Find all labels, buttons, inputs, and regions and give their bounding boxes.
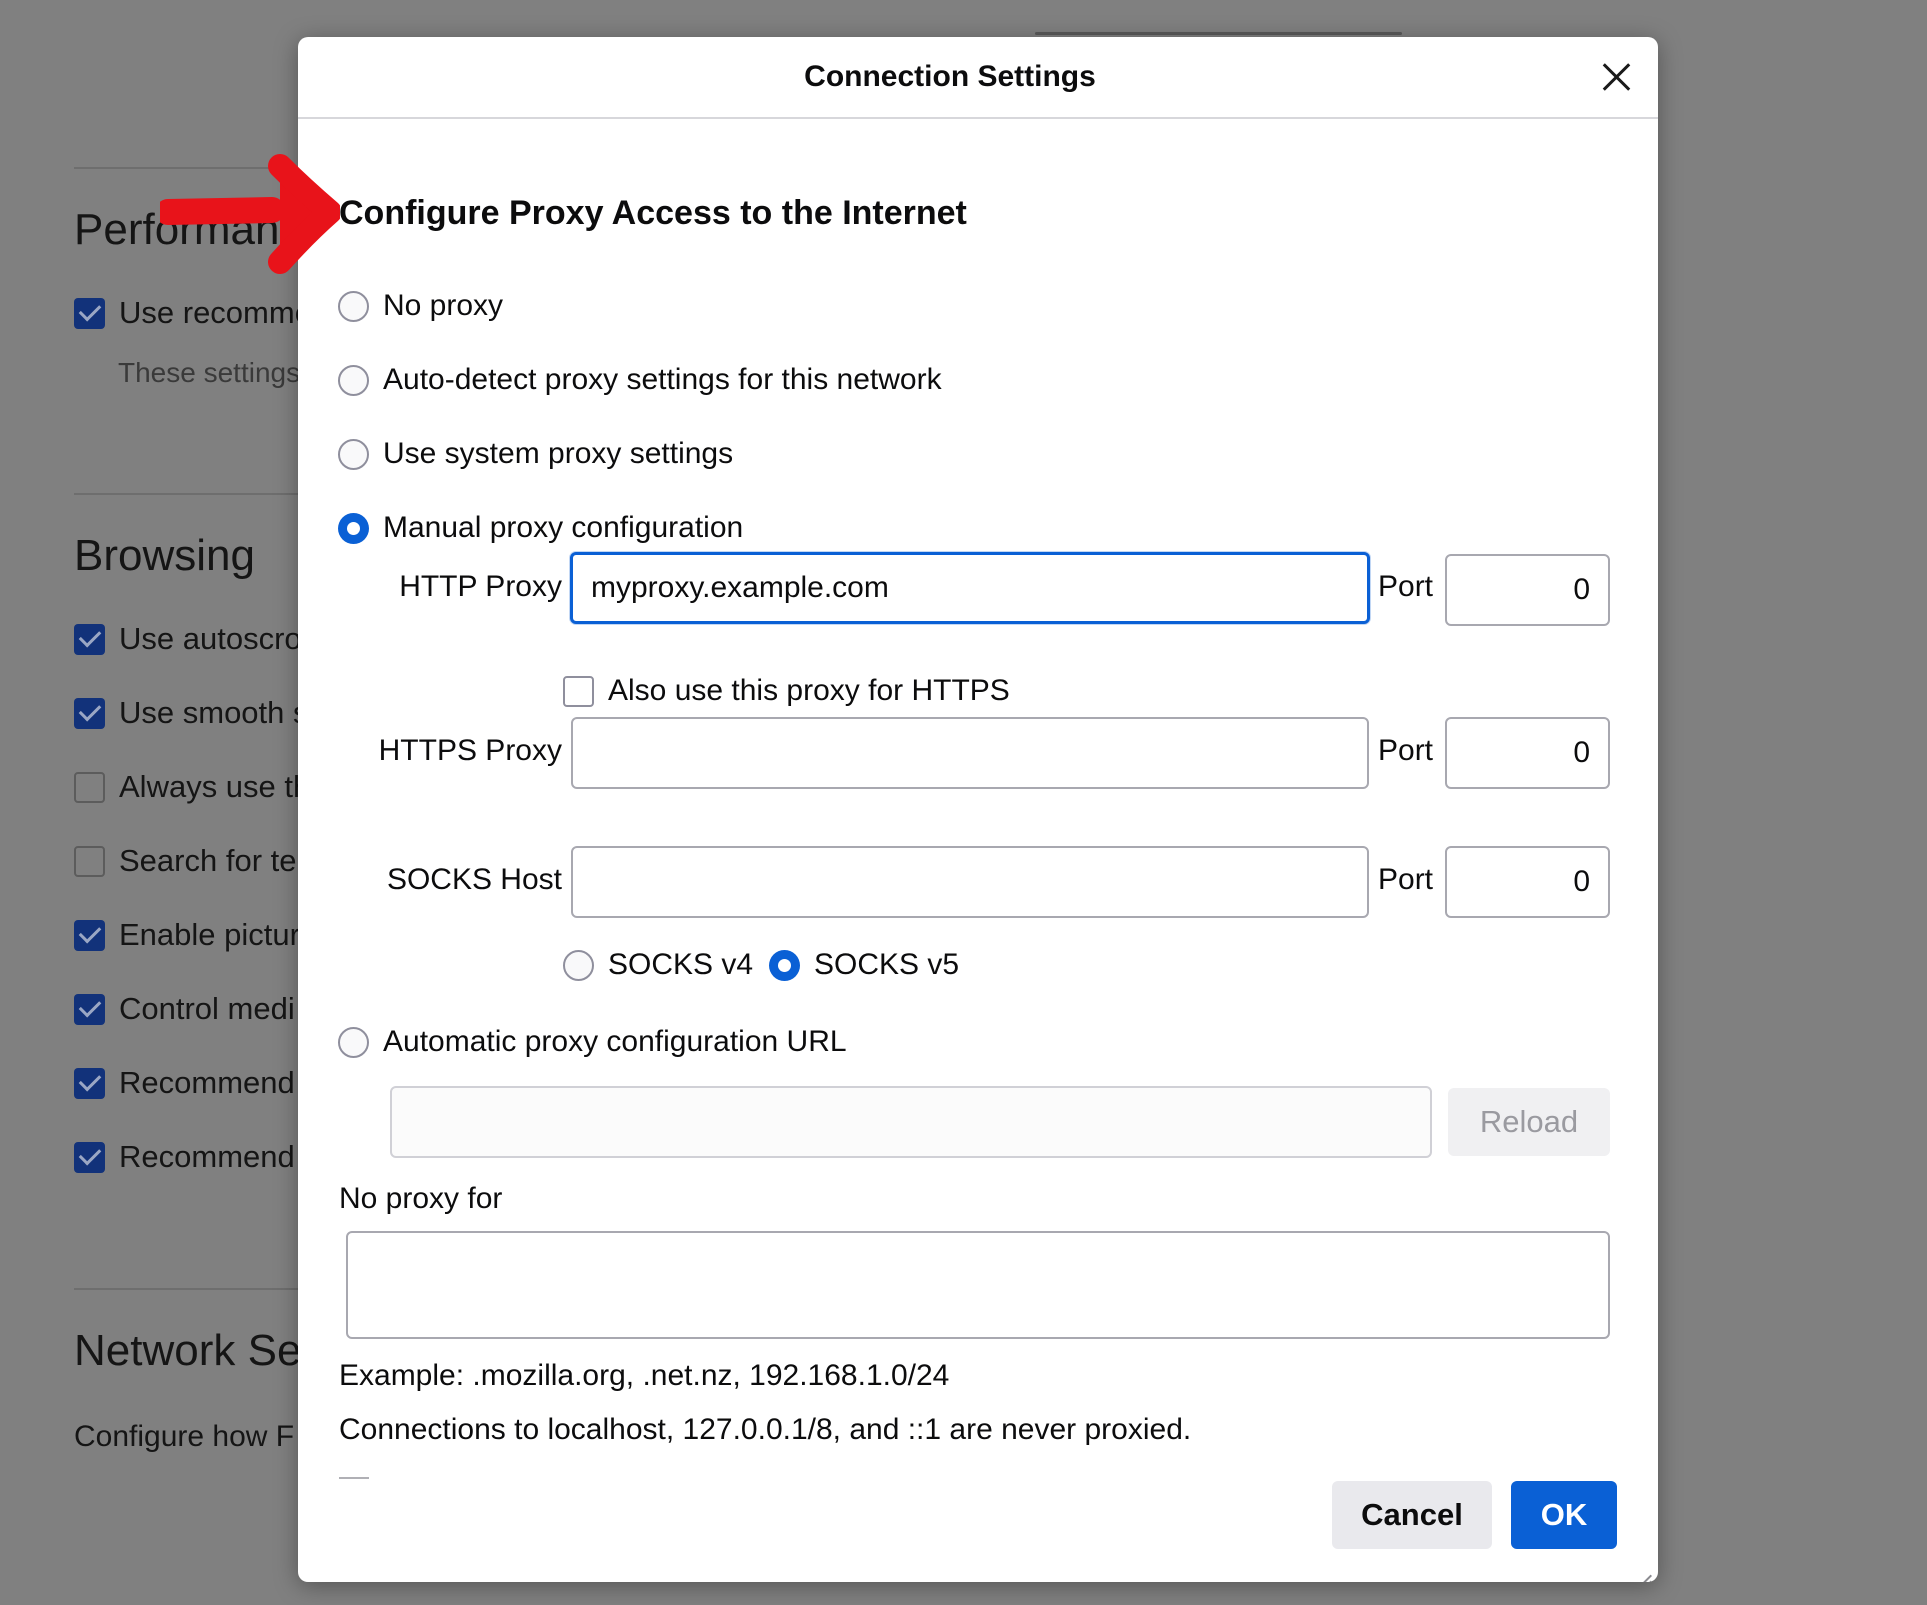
checkbox-unchecked-icon[interactable] [74,845,105,877]
bg-checkbox-row[interactable]: Recommend [74,1139,295,1175]
also-https-checkbox-row[interactable]: Also use this proxy for HTTPS [563,671,1010,711]
no-proxy-for-label: No proxy for [339,1182,503,1215]
radio-system-proxy[interactable]: Use system proxy settings [338,434,733,474]
resize-grip-icon[interactable] [1628,1552,1652,1576]
http-proxy-label: HTTP Proxy [399,570,562,603]
truncated-option-hint [339,1477,369,1479]
radio-label: No proxy [383,289,504,322]
checkbox-checked-icon[interactable] [74,623,105,655]
radio-no-proxy[interactable]: No proxy [338,286,503,326]
checkbox-checked-icon[interactable] [74,993,105,1025]
background-top-control [1035,32,1402,35]
radio-unselected-icon[interactable] [563,949,594,981]
radio-unselected-icon[interactable] [338,1026,369,1058]
bg-checkbox-row[interactable]: Control medi [74,991,295,1027]
bg-checkbox-label: Search for te [119,843,297,878]
bg-checkbox-label: Enable pictur [119,917,300,952]
ok-button[interactable]: OK [1511,1481,1617,1549]
checkbox-checked-icon[interactable] [74,1141,105,1173]
radio-auto-detect[interactable]: Auto-detect proxy settings for this netw… [338,360,942,400]
radio-label: Automatic proxy configuration URL [383,1025,847,1058]
dialog-title: Connection Settings [804,60,1096,93]
bg-checkbox-row[interactable]: Always use th [74,769,310,805]
radio-label: Use system proxy settings [383,437,734,470]
http-proxy-input[interactable]: myproxy.example.com [570,552,1370,624]
checkbox-label: Also use this proxy for HTTPS [608,674,1010,707]
checkbox-unchecked-icon[interactable] [74,771,105,803]
auto-config-url-input[interactable] [390,1086,1432,1158]
bg-checkbox-label: Use recomme [119,295,312,330]
bg-checkbox-label: Recommend [119,1065,295,1100]
socks-host-input[interactable] [571,846,1369,918]
radio-socks-v4[interactable]: SOCKS v4 [563,945,753,985]
radio-unselected-icon[interactable] [338,364,369,396]
https-proxy-label: HTTPS Proxy [378,734,562,767]
socks-host-label: SOCKS Host [386,863,562,896]
radio-label: Manual proxy configuration [383,511,744,544]
network-settings-heading: Network Set [74,1326,314,1375]
localhost-note: Connections to localhost, 127.0.0.1/8, a… [339,1413,1192,1446]
bg-checkbox-row[interactable]: Use smooth s [74,695,309,731]
bg-checkbox-row[interactable]: Use autoscro [74,621,302,657]
connection-settings-dialog: Connection Settings Configure Proxy Acce… [298,37,1658,1582]
bg-checkbox-row[interactable]: Recommend [74,1065,295,1101]
no-proxy-for-textarea[interactable] [346,1231,1610,1339]
bg-checkbox-label: Use smooth s [119,695,309,730]
radio-unselected-icon[interactable] [338,290,369,322]
radio-label: Auto-detect proxy settings for this netw… [383,363,942,396]
radio-manual-proxy[interactable]: Manual proxy configuration [338,508,743,548]
https-port-label: Port [1378,734,1434,767]
checkbox-checked-icon[interactable] [74,297,105,329]
bg-checkbox-label: Control medi [119,991,295,1026]
section-title: Configure Proxy Access to the Internet [339,194,967,232]
cancel-button[interactable]: Cancel [1332,1481,1492,1549]
network-note: Configure how F [74,1420,295,1453]
socks-port-label: Port [1378,863,1434,896]
radio-socks-v5[interactable]: SOCKS v5 [769,945,959,985]
bg-checkbox-label: Always use th [119,769,311,804]
radio-label: SOCKS v5 [814,948,960,981]
checkbox-checked-icon[interactable] [74,697,105,729]
browsing-heading: Browsing [74,531,255,580]
bg-checkbox-row[interactable]: Use recomme [74,295,312,331]
dialog-header: Connection Settings [298,37,1658,119]
radio-auto-config-url[interactable]: Automatic proxy configuration URL [338,1022,847,1062]
https-port-input[interactable]: 0 [1445,717,1610,789]
socks-port-input[interactable]: 0 [1445,846,1610,918]
reload-button[interactable]: Reload [1448,1088,1610,1156]
checkbox-unchecked-icon[interactable] [563,675,594,707]
http-port-input[interactable]: 0 [1445,554,1610,626]
checkbox-checked-icon[interactable] [74,919,105,951]
checkbox-checked-icon[interactable] [74,1067,105,1099]
bg-checkbox-label: Recommend [119,1139,295,1174]
close-icon[interactable] [1599,59,1635,95]
radio-selected-icon[interactable] [338,512,369,544]
radio-label: SOCKS v4 [608,948,754,981]
https-proxy-input[interactable] [571,717,1369,789]
http-port-label: Port [1378,570,1434,603]
bg-checkbox-row[interactable]: Search for te [74,843,296,879]
performance-note: These settings [118,357,301,388]
bg-checkbox-row[interactable]: Enable pictur [74,917,300,953]
red-arrow-annotation-icon [160,154,340,274]
example-text: Example: .mozilla.org, .net.nz, 192.168.… [339,1359,950,1392]
radio-selected-icon[interactable] [769,949,800,981]
radio-unselected-icon[interactable] [338,438,369,470]
bg-checkbox-label: Use autoscro [119,621,302,656]
